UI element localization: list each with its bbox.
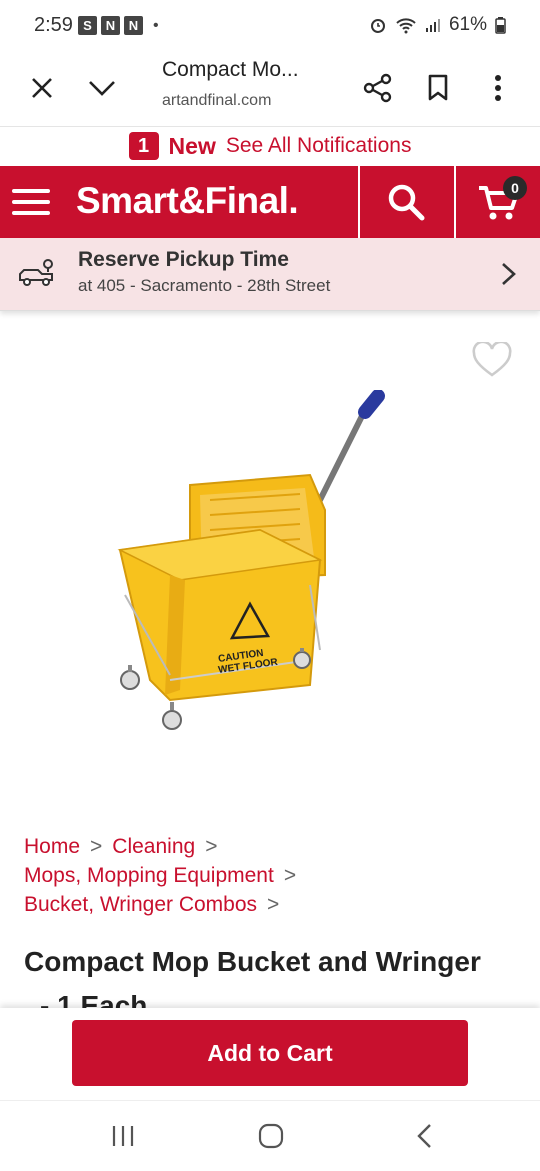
breadcrumb-mops[interactable]: Mops, Mopping Equipment [24,864,274,887]
see-all-notifications-link[interactable]: See All Notifications [226,134,412,158]
status-bar: 2:59 S N N • 61% [0,0,540,52]
breadcrumb-separator: > [267,893,280,916]
header-divider [358,166,360,238]
bookmark-icon [428,74,448,101]
home-icon[interactable] [256,1123,286,1149]
site-header: Smart&Final. 0 [0,166,540,238]
notif-icon-n1: N [101,16,120,35]
close-tab-button[interactable] [22,68,62,108]
pickup-car-icon [19,259,53,286]
back-icon[interactable] [410,1123,440,1149]
status-time: 2:59 [34,14,73,36]
favorite-heart-icon[interactable] [472,342,512,378]
tab-url[interactable]: artandfinal.com [162,92,271,110]
battery-level: 61% [448,14,487,35]
wifi-icon [396,18,416,34]
breadcrumb-bucket-wringer[interactable]: Bucket, Wringer Combos [24,893,257,916]
notif-icon-s: S [78,16,97,35]
breadcrumb-cleaning[interactable]: Cleaning [112,835,195,858]
product-title: Compact Mop Bucket and Wringer [24,946,481,977]
status-notification-icons: S N N • [78,16,159,35]
battery-icon [495,17,506,34]
browser-toolbar: Compact Mo... artandfinal.com [0,52,540,127]
share-icon [363,73,392,103]
status-right: 61% [369,14,506,36]
breadcrumb-home[interactable]: Home [24,835,80,858]
add-to-cart-bar: Add to Cart [0,1008,540,1100]
notification-count-badge: 1 [128,132,159,160]
tab-title: Compact Mo... [162,58,299,81]
notification-new-label: New [168,132,216,159]
product-image: CAUTION WET FLOOR [117,390,385,730]
recent-apps-icon[interactable] [108,1123,138,1149]
breadcrumb-separator: > [205,835,218,858]
smart-final-logo[interactable]: Smart&Final. [76,180,299,222]
pickup-location: at 405 - Sacramento - 28th Street [78,276,331,295]
cart-count-badge: 0 [503,176,527,200]
hamburger-menu-icon[interactable] [12,184,50,220]
alarm-icon [370,19,385,33]
header-divider [454,166,456,238]
notification-banner: 1 New See All Notifications [0,126,540,166]
more-dot-icon: • [153,16,159,34]
system-nav-bar [0,1100,540,1171]
reserve-pickup-banner[interactable]: Reserve Pickup Time at 405 - Sacramento … [0,238,540,311]
chevron-right-icon [502,263,516,285]
breadcrumb: Home > Cleaning > Mops, Mopping Equipment > … [24,832,306,919]
search-icon[interactable] [386,182,426,222]
minimize-tab-button[interactable] [82,68,122,108]
more-options-button[interactable] [478,68,518,108]
product-title-line2: - 1 Each [40,990,148,1008]
signal-icon [425,19,440,32]
add-to-cart-button[interactable]: Add to Cart [72,1020,468,1086]
breadcrumb-separator: > [283,864,297,887]
breadcrumb-separator: > [90,835,103,858]
close-icon [32,78,52,98]
more-vert-icon [495,75,501,101]
bookmark-button[interactable] [418,68,458,108]
notif-icon-n2: N [124,16,143,35]
share-button[interactable] [358,68,398,108]
chevron-down-icon [89,81,115,96]
pickup-title: Reserve Pickup Time [78,248,289,271]
